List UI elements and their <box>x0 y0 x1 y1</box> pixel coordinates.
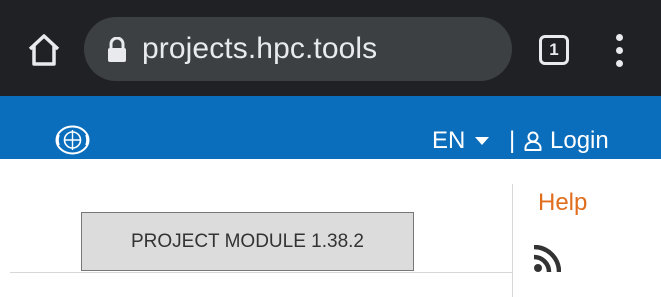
more-vert-icon[interactable] <box>608 32 632 70</box>
help-link[interactable]: Help <box>538 188 587 218</box>
lock-icon <box>108 37 126 62</box>
un-emblem-icon[interactable] <box>55 125 90 155</box>
content-divider <box>10 272 512 273</box>
language-select[interactable]: EN <box>432 126 490 156</box>
browser-toolbar: projects.hpc.tools 1 <box>0 0 661 96</box>
language-label: EN <box>432 127 466 154</box>
tab-count: 1 <box>549 40 559 59</box>
header-separator: | <box>509 127 516 154</box>
tab-switcher-button[interactable]: 1 <box>539 35 569 65</box>
home-button[interactable] <box>24 30 64 70</box>
login-link[interactable]: Login <box>524 126 609 156</box>
caret-down-icon <box>475 137 490 145</box>
sidebar-divider <box>512 184 513 297</box>
user-icon <box>524 131 542 151</box>
url-text[interactable]: projects.hpc.tools <box>142 31 377 67</box>
login-label: Login <box>550 127 609 154</box>
home-icon <box>28 34 60 66</box>
project-module-button[interactable]: PROJECT MODULE 1.38.2 <box>81 212 414 271</box>
rss-icon[interactable] <box>533 245 561 273</box>
